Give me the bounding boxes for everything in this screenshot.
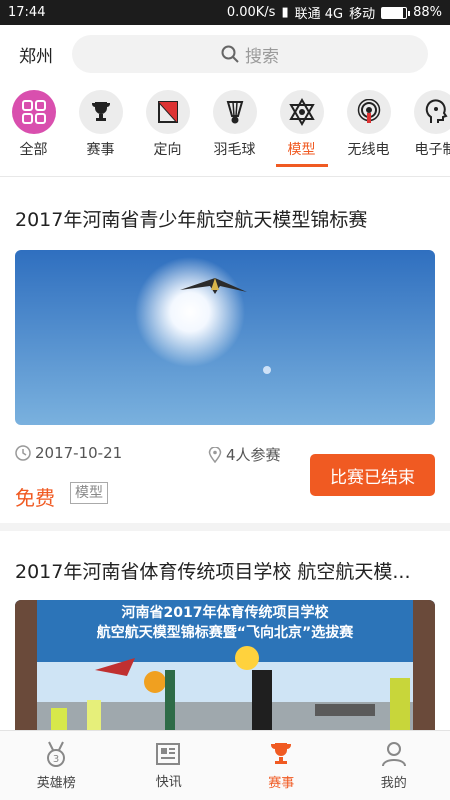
electronics-head-icon: [413, 90, 450, 134]
model-hexagram-icon: [279, 90, 324, 134]
event-title[interactable]: 2017年河南省青少年航空航天模型锦标赛: [15, 205, 435, 232]
category-label: 赛事: [86, 142, 115, 158]
event-participants: 4人参赛: [208, 444, 281, 465]
clock-icon: [15, 445, 31, 461]
event-image[interactable]: [15, 250, 435, 425]
header: 郑州 搜索: [0, 25, 450, 83]
category-orienteering[interactable]: 定向: [134, 90, 201, 170]
radio-signal-icon: [346, 90, 391, 134]
date-text: 2017-10-21: [35, 444, 123, 462]
tab-news[interactable]: 快讯: [113, 731, 226, 800]
status-time: 17:44: [8, 5, 46, 20]
location-pin-icon: [208, 446, 222, 463]
battery-percent: 88%: [413, 5, 442, 20]
tab-label: 我的: [380, 776, 407, 791]
banner-line-2: 航空航天模型锦标赛暨“飞向北京”选拔赛: [96, 625, 354, 641]
medal-icon: 3: [47, 741, 66, 767]
tab-events[interactable]: 赛事: [225, 731, 338, 800]
event-image[interactable]: 河南省2017年体育传统项目学校 航空航天模型锦标赛暨“飞向北京”选拔赛: [15, 600, 435, 735]
trophy-icon: [78, 90, 123, 134]
battery-icon: [381, 6, 411, 19]
network-speed: 0.00K/s: [226, 5, 276, 20]
category-label: 全部: [19, 142, 48, 158]
search-bar[interactable]: 搜索: [72, 35, 428, 73]
category-label: 无线电: [347, 142, 390, 158]
tab-label: 赛事: [268, 776, 295, 791]
bottom-tab-bar: 3 英雄榜 快讯 赛事 我的: [0, 730, 450, 800]
city-selector[interactable]: 郑州: [0, 42, 72, 67]
category-label: 定向: [153, 142, 182, 158]
category-electronics[interactable]: 电子制: [402, 90, 450, 170]
carrier-2: 移动: [349, 7, 376, 22]
news-icon: [155, 743, 180, 765]
category-model[interactable]: 模型: [268, 90, 335, 170]
banner-line-1: 河南省2017年体育传统项目学校: [121, 605, 329, 621]
svg-text:3: 3: [53, 754, 59, 765]
user-icon: [381, 742, 406, 767]
divider: [0, 176, 450, 177]
category-radio[interactable]: 无线电: [335, 90, 402, 170]
category-label: 电子制: [414, 142, 450, 158]
category-all[interactable]: 全部: [0, 90, 67, 170]
category-bar: 全部 赛事 定向 羽毛球 模型 无线电 电子制: [0, 90, 450, 170]
tab-heroes[interactable]: 3 英雄榜: [0, 731, 113, 800]
category-label: 模型: [287, 142, 316, 158]
event-date: 2017-10-21: [15, 444, 122, 462]
shuttlecock-icon: [212, 90, 257, 134]
status-bar: 17:44 0.00K/s ▮ 联通 4G 移动 88%: [0, 0, 450, 25]
event-price: 免费: [15, 486, 55, 510]
card-separator: [0, 523, 450, 531]
trophy-icon: [271, 743, 292, 764]
carrier-1: 联通 4G: [294, 7, 344, 22]
event-title[interactable]: 2017年河南省体育传统项目学校 航空航天模...: [15, 557, 435, 584]
orienteering-flag-icon: [145, 90, 190, 134]
active-tab-indicator: [275, 164, 328, 167]
search-placeholder: 搜索: [245, 46, 279, 67]
tab-label: 快讯: [155, 775, 182, 790]
grid-icon: [11, 90, 56, 134]
category-label: 羽毛球: [213, 142, 256, 158]
event-status-button[interactable]: 比赛已结束: [310, 454, 435, 496]
participants-text: 4人参赛: [226, 446, 281, 464]
tab-label: 英雄榜: [36, 776, 76, 791]
signal-icon: ▮: [281, 5, 289, 20]
search-icon: [221, 45, 239, 63]
category-events[interactable]: 赛事: [67, 90, 134, 170]
event-tag: 模型: [70, 482, 108, 504]
tab-profile[interactable]: 我的: [338, 731, 450, 800]
category-badminton[interactable]: 羽毛球: [201, 90, 268, 170]
